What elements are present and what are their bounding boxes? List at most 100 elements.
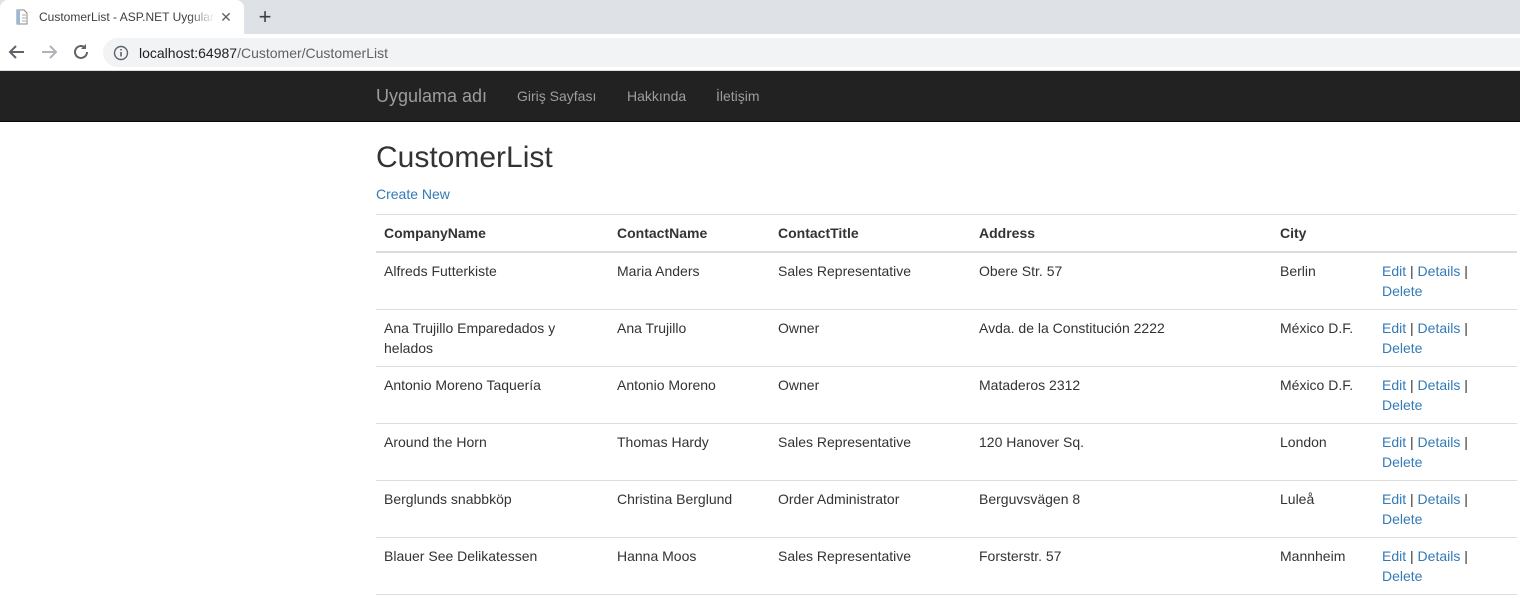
tab-title: CustomerList - ASP.NET Uygulaması <box>39 10 215 24</box>
url-path: /Customer/CustomerList <box>237 44 389 61</box>
delete-link[interactable]: Delete <box>1382 568 1422 584</box>
cell-contact-name: Hanna Moos <box>609 537 770 595</box>
info-icon[interactable] <box>113 45 129 61</box>
cell-company-name: Berglunds snabbköp <box>376 480 609 538</box>
header-contact-name: ContactName <box>609 214 770 253</box>
row-actions: Edit | Details | Delete <box>1374 423 1517 481</box>
cell-contact-title: Sales Representative <box>770 537 971 595</box>
cell-company-name: Around the Horn <box>376 423 609 481</box>
row-actions: Edit | Details | Delete <box>1374 480 1517 538</box>
action-separator: | <box>1410 548 1414 564</box>
action-separator: | <box>1464 548 1468 564</box>
edit-link[interactable]: Edit <box>1382 434 1406 450</box>
table-row: Berglunds snabbköp Christina Berglund Orde… <box>376 480 1517 538</box>
details-link[interactable]: Details <box>1418 434 1461 450</box>
cell-address: Forsterstr. 57 <box>971 537 1272 595</box>
delete-link[interactable]: Delete <box>1382 340 1422 356</box>
cell-city: México D.F. <box>1272 366 1374 424</box>
url-text: localhost:64987/Customer/CustomerList <box>139 45 388 61</box>
cell-contact-name: Christina Berglund <box>609 480 770 538</box>
cell-company-name: Blauer See Delikatessen <box>376 537 609 595</box>
cell-city: Berlin <box>1272 251 1374 310</box>
delete-link[interactable]: Delete <box>1382 397 1422 413</box>
cell-address: Mataderos 2312 <box>971 366 1272 424</box>
action-separator: | <box>1410 491 1414 507</box>
action-separator: | <box>1464 320 1468 336</box>
url-host: localhost:64987 <box>139 44 238 61</box>
details-link[interactable]: Details <box>1418 548 1461 564</box>
browser-tabstrip: CustomerList - ASP.NET Uygulaması ✕ + <box>0 0 1520 34</box>
header-city: City <box>1272 214 1374 253</box>
action-separator: | <box>1410 263 1414 279</box>
cell-city: Mannheim <box>1272 537 1374 595</box>
action-separator: | <box>1464 434 1468 450</box>
table-row: Around the Horn Thomas Hardy Sales Represe… <box>376 423 1517 481</box>
cell-address: Obere Str. 57 <box>971 251 1272 310</box>
cell-city: London <box>1272 423 1374 481</box>
table-row: Ana Trujillo Emparedados y helados Ana Tr… <box>376 309 1517 367</box>
close-icon[interactable]: ✕ <box>218 9 234 25</box>
delete-link[interactable]: Delete <box>1382 511 1422 527</box>
edit-link[interactable]: Edit <box>1382 491 1406 507</box>
delete-link[interactable]: Delete <box>1382 454 1422 470</box>
cell-contact-name: Ana Trujillo <box>609 309 770 367</box>
row-actions: Edit | Details | Delete <box>1374 537 1517 595</box>
page-title: CustomerList <box>376 141 553 174</box>
create-new-link[interactable]: Create New <box>376 186 450 202</box>
action-separator: | <box>1410 377 1414 393</box>
action-separator: | <box>1464 263 1468 279</box>
cell-contact-title: Owner <box>770 309 971 367</box>
reload-icon[interactable] <box>70 41 92 63</box>
row-actions: Edit | Details | Delete <box>1374 366 1517 424</box>
cell-address: 120 Hanover Sq. <box>971 423 1272 481</box>
details-link[interactable]: Details <box>1418 263 1461 279</box>
cell-contact-name: Maria Anders <box>609 251 770 310</box>
cell-address: Berguvsvägen 8 <box>971 480 1272 538</box>
action-separator: | <box>1410 320 1414 336</box>
header-actions <box>1374 214 1517 253</box>
cell-city: Luleå <box>1272 480 1374 538</box>
row-actions: Edit | Details | Delete <box>1374 309 1517 367</box>
cell-contact-name: Thomas Hardy <box>609 423 770 481</box>
cell-company-name: Antonio Moreno Taquería <box>376 366 609 424</box>
header-address: Address <box>971 214 1272 253</box>
cell-city: México D.F. <box>1272 309 1374 367</box>
forward-arrow-icon[interactable] <box>38 41 60 63</box>
plus-icon[interactable]: + <box>255 6 275 28</box>
table-row: Alfreds Futterkiste Maria Anders Sales Rep… <box>376 251 1517 310</box>
cell-contact-title: Order Administrator <box>770 480 971 538</box>
address-bar[interactable]: localhost:64987/Customer/CustomerList <box>103 38 1520 67</box>
nav-link-about[interactable]: Hakkında <box>627 88 686 104</box>
edit-link[interactable]: Edit <box>1382 548 1406 564</box>
page-icon <box>16 9 28 25</box>
table-row: Antonio Moreno Taquería Antonio Moreno Own… <box>376 366 1517 424</box>
cell-contact-name: Antonio Moreno <box>609 366 770 424</box>
details-link[interactable]: Details <box>1418 377 1461 393</box>
cell-contact-title: Sales Representative <box>770 423 971 481</box>
row-actions: Edit | Details | Delete <box>1374 251 1517 310</box>
nav-link-home[interactable]: Giriş Sayfası <box>517 88 596 104</box>
cell-contact-title: Sales Representative <box>770 251 971 310</box>
cell-company-name: Ana Trujillo Emparedados y helados <box>376 309 609 367</box>
browser-toolbar: localhost:64987/Customer/CustomerList <box>0 34 1520 71</box>
action-separator: | <box>1410 434 1414 450</box>
edit-link[interactable]: Edit <box>1382 263 1406 279</box>
browser-tab[interactable]: CustomerList - ASP.NET Uygulaması ✕ <box>0 0 244 34</box>
table-header-row: CompanyName ContactName ContactTitle Add… <box>376 214 1517 253</box>
header-contact-title: ContactTitle <box>770 214 971 253</box>
action-separator: | <box>1464 377 1468 393</box>
action-separator: | <box>1464 491 1468 507</box>
table-row: Blauer See Delikatessen Hanna Moos Sales R… <box>376 537 1517 595</box>
edit-link[interactable]: Edit <box>1382 320 1406 336</box>
delete-link[interactable]: Delete <box>1382 283 1422 299</box>
app-navbar: Uygulama adı Giriş Sayfası Hakkında İlet… <box>0 71 1520 122</box>
customer-table: CompanyName ContactName ContactTitle Add… <box>376 214 1517 595</box>
edit-link[interactable]: Edit <box>1382 377 1406 393</box>
cell-address: Avda. de la Constitución 2222 <box>971 309 1272 367</box>
back-arrow-icon[interactable] <box>6 41 28 63</box>
cell-contact-title: Owner <box>770 366 971 424</box>
details-link[interactable]: Details <box>1418 320 1461 336</box>
details-link[interactable]: Details <box>1418 491 1461 507</box>
navbar-brand[interactable]: Uygulama adı <box>376 86 487 107</box>
nav-link-contact[interactable]: İletişim <box>716 88 760 104</box>
